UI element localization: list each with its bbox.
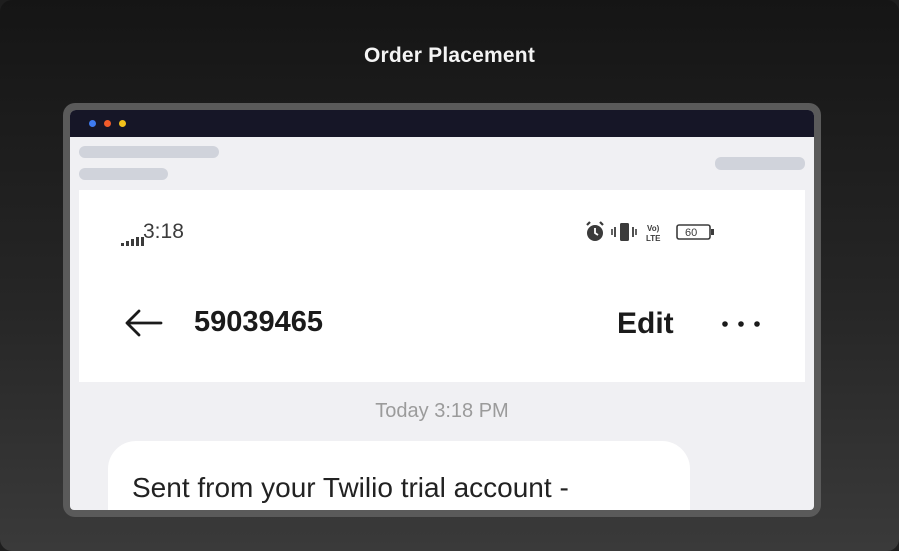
card-background: Order Placement 3:18 Vo) LTE 60 59039465…: [0, 0, 899, 551]
placeholder-bar: [79, 168, 168, 180]
window-dot-yellow: [119, 120, 126, 127]
status-icons: Vo) LTE 60: [586, 221, 714, 243]
window-titlebar: [70, 110, 814, 137]
signal-icon: [121, 237, 145, 246]
placeholder-bar: [79, 146, 219, 158]
window-dot-blue: [89, 120, 96, 127]
vibrate-icon: [611, 223, 637, 241]
status-time: 3:18: [143, 220, 184, 243]
alarm-icon: [586, 221, 604, 241]
edit-button[interactable]: Edit: [617, 307, 674, 341]
page-title: Order Placement: [363, 44, 536, 67]
svg-text:Vo): Vo): [647, 224, 660, 233]
browser-window: 3:18 Vo) LTE 60 59039465 Edit Today 3:18…: [70, 110, 814, 510]
window-dot-orange: [104, 120, 111, 127]
message-text: Sent from your Twilio trial account -: [132, 472, 569, 503]
message-timestamp: Today 3:18 PM: [375, 400, 509, 422]
svg-text:LTE: LTE: [646, 234, 661, 243]
svg-text:60: 60: [685, 227, 697, 239]
volte-icon: Vo) LTE: [646, 224, 661, 243]
back-arrow-icon[interactable]: [123, 308, 163, 338]
contact-number: 59039465: [194, 306, 324, 338]
more-options-icon[interactable]: [720, 318, 762, 330]
placeholder-bar: [715, 157, 805, 170]
battery-icon: 60: [676, 224, 714, 240]
